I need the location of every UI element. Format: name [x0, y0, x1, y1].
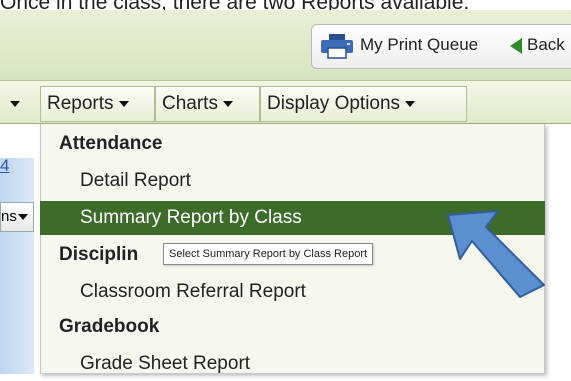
- dropdown-header-attendance: Attendance: [40, 127, 545, 161]
- callout-arrow-icon: [447, 210, 545, 298]
- chevron-down-icon[interactable]: [10, 101, 20, 107]
- tooltip: Select Summary Report by Class Report: [163, 243, 374, 265]
- chevron-down-icon: [118, 100, 129, 107]
- left-select-text: ns: [1, 208, 17, 225]
- dropdown-item-label: Grade Sheet Report: [80, 353, 251, 374]
- dropdown-item-label: Detail Report: [80, 170, 191, 191]
- menu-display-options-label: Display Options: [267, 93, 401, 114]
- left-select[interactable]: ns: [0, 202, 34, 232]
- back-button[interactable]: Back: [527, 35, 565, 55]
- dropdown-header-label: Disciplin: [59, 244, 139, 265]
- dropdown-item-detail-report[interactable]: Detail Report: [40, 164, 545, 198]
- back-arrow-icon: [510, 38, 522, 54]
- dropdown-header-label: Gradebook: [59, 316, 160, 337]
- chevron-down-icon: [222, 100, 233, 107]
- dropdown-item-label: Classroom Referral Report: [80, 281, 306, 302]
- menu-charts[interactable]: Charts: [155, 86, 260, 122]
- chevron-down-icon: [405, 100, 416, 107]
- dropdown-header-gradebook: Gradebook: [40, 310, 545, 344]
- left-number-link[interactable]: 4: [0, 156, 9, 176]
- printer-icon: [321, 34, 353, 59]
- menu-reports[interactable]: Reports: [40, 86, 155, 122]
- dropdown-header-label: Attendance: [59, 133, 163, 154]
- dropdown-item-grade-sheet-report[interactable]: Grade Sheet Report: [40, 347, 545, 381]
- dropdown-item-label: Summary Report by Class: [80, 207, 302, 228]
- chevron-down-icon: [17, 214, 28, 221]
- menu-charts-label: Charts: [162, 93, 218, 114]
- left-blue-strip: [0, 158, 34, 374]
- menu-reports-label: Reports: [47, 93, 114, 114]
- menu-display-options[interactable]: Display Options: [260, 86, 467, 122]
- my-print-queue-label: My Print Queue: [360, 35, 479, 54]
